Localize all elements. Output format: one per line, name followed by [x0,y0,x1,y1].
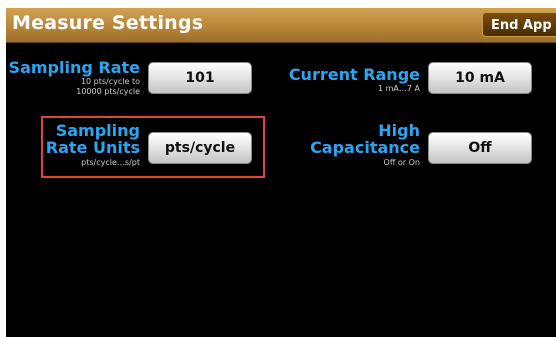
sampling-rate-units-label-line1: Sampling [55,121,140,140]
sampling-rate-label: Sampling Rate [8,58,140,77]
sampling-rate-hint-line1: 10 pts/cycle to [80,77,140,86]
current-range-button[interactable]: 10 mA [428,62,532,94]
sampling-rate-units-button[interactable]: pts/cycle [148,132,252,164]
sampling-rate-button[interactable]: 101 [148,62,252,94]
current-range-label: Current Range [288,65,420,84]
sampling-rate-hint-line2: 10000 pts/cycle [76,87,140,96]
page-title: Measure Settings [12,12,204,34]
sampling-rate-units-hint: pts/cycle…s/pt [81,158,140,167]
title-bar: Measure Settings End App [6,8,556,43]
sampling-rate-units-label-line2: Rate Units [45,138,140,157]
high-capacitance-label-line2: Capacitance [310,138,420,157]
measure-settings-screen: Measure Settings End App Sampling Rate 1… [6,8,556,337]
end-app-button[interactable]: End App [482,12,556,37]
high-capacitance-button[interactable]: Off [428,132,532,164]
high-capacitance-hint: Off or On [383,158,420,167]
high-capacitance-label-line1: High [378,121,420,140]
current-range-hint: 1 mA…7 A [377,84,420,93]
